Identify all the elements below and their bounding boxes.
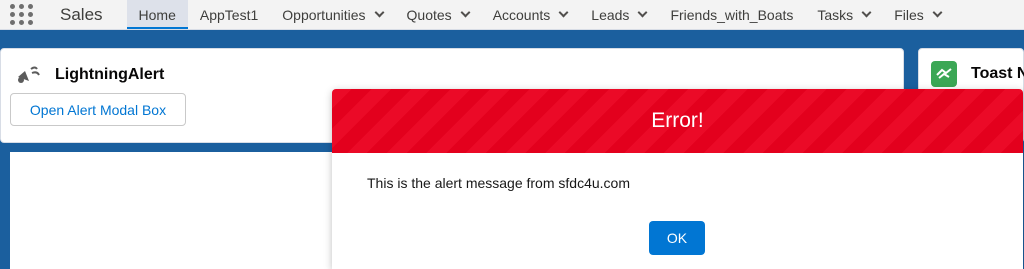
ok-button[interactable]: OK xyxy=(649,221,705,255)
modal-message: This is the alert message from sfdc4u.co… xyxy=(367,175,630,191)
modal-body: This is the alert message from sfdc4u.co… xyxy=(332,153,1023,209)
modal-footer: OK xyxy=(332,209,1023,269)
alert-modal: Error! This is the alert message from sf… xyxy=(332,89,1023,269)
modal-title: Error! xyxy=(651,109,704,132)
modal-header: Error! xyxy=(332,89,1023,153)
